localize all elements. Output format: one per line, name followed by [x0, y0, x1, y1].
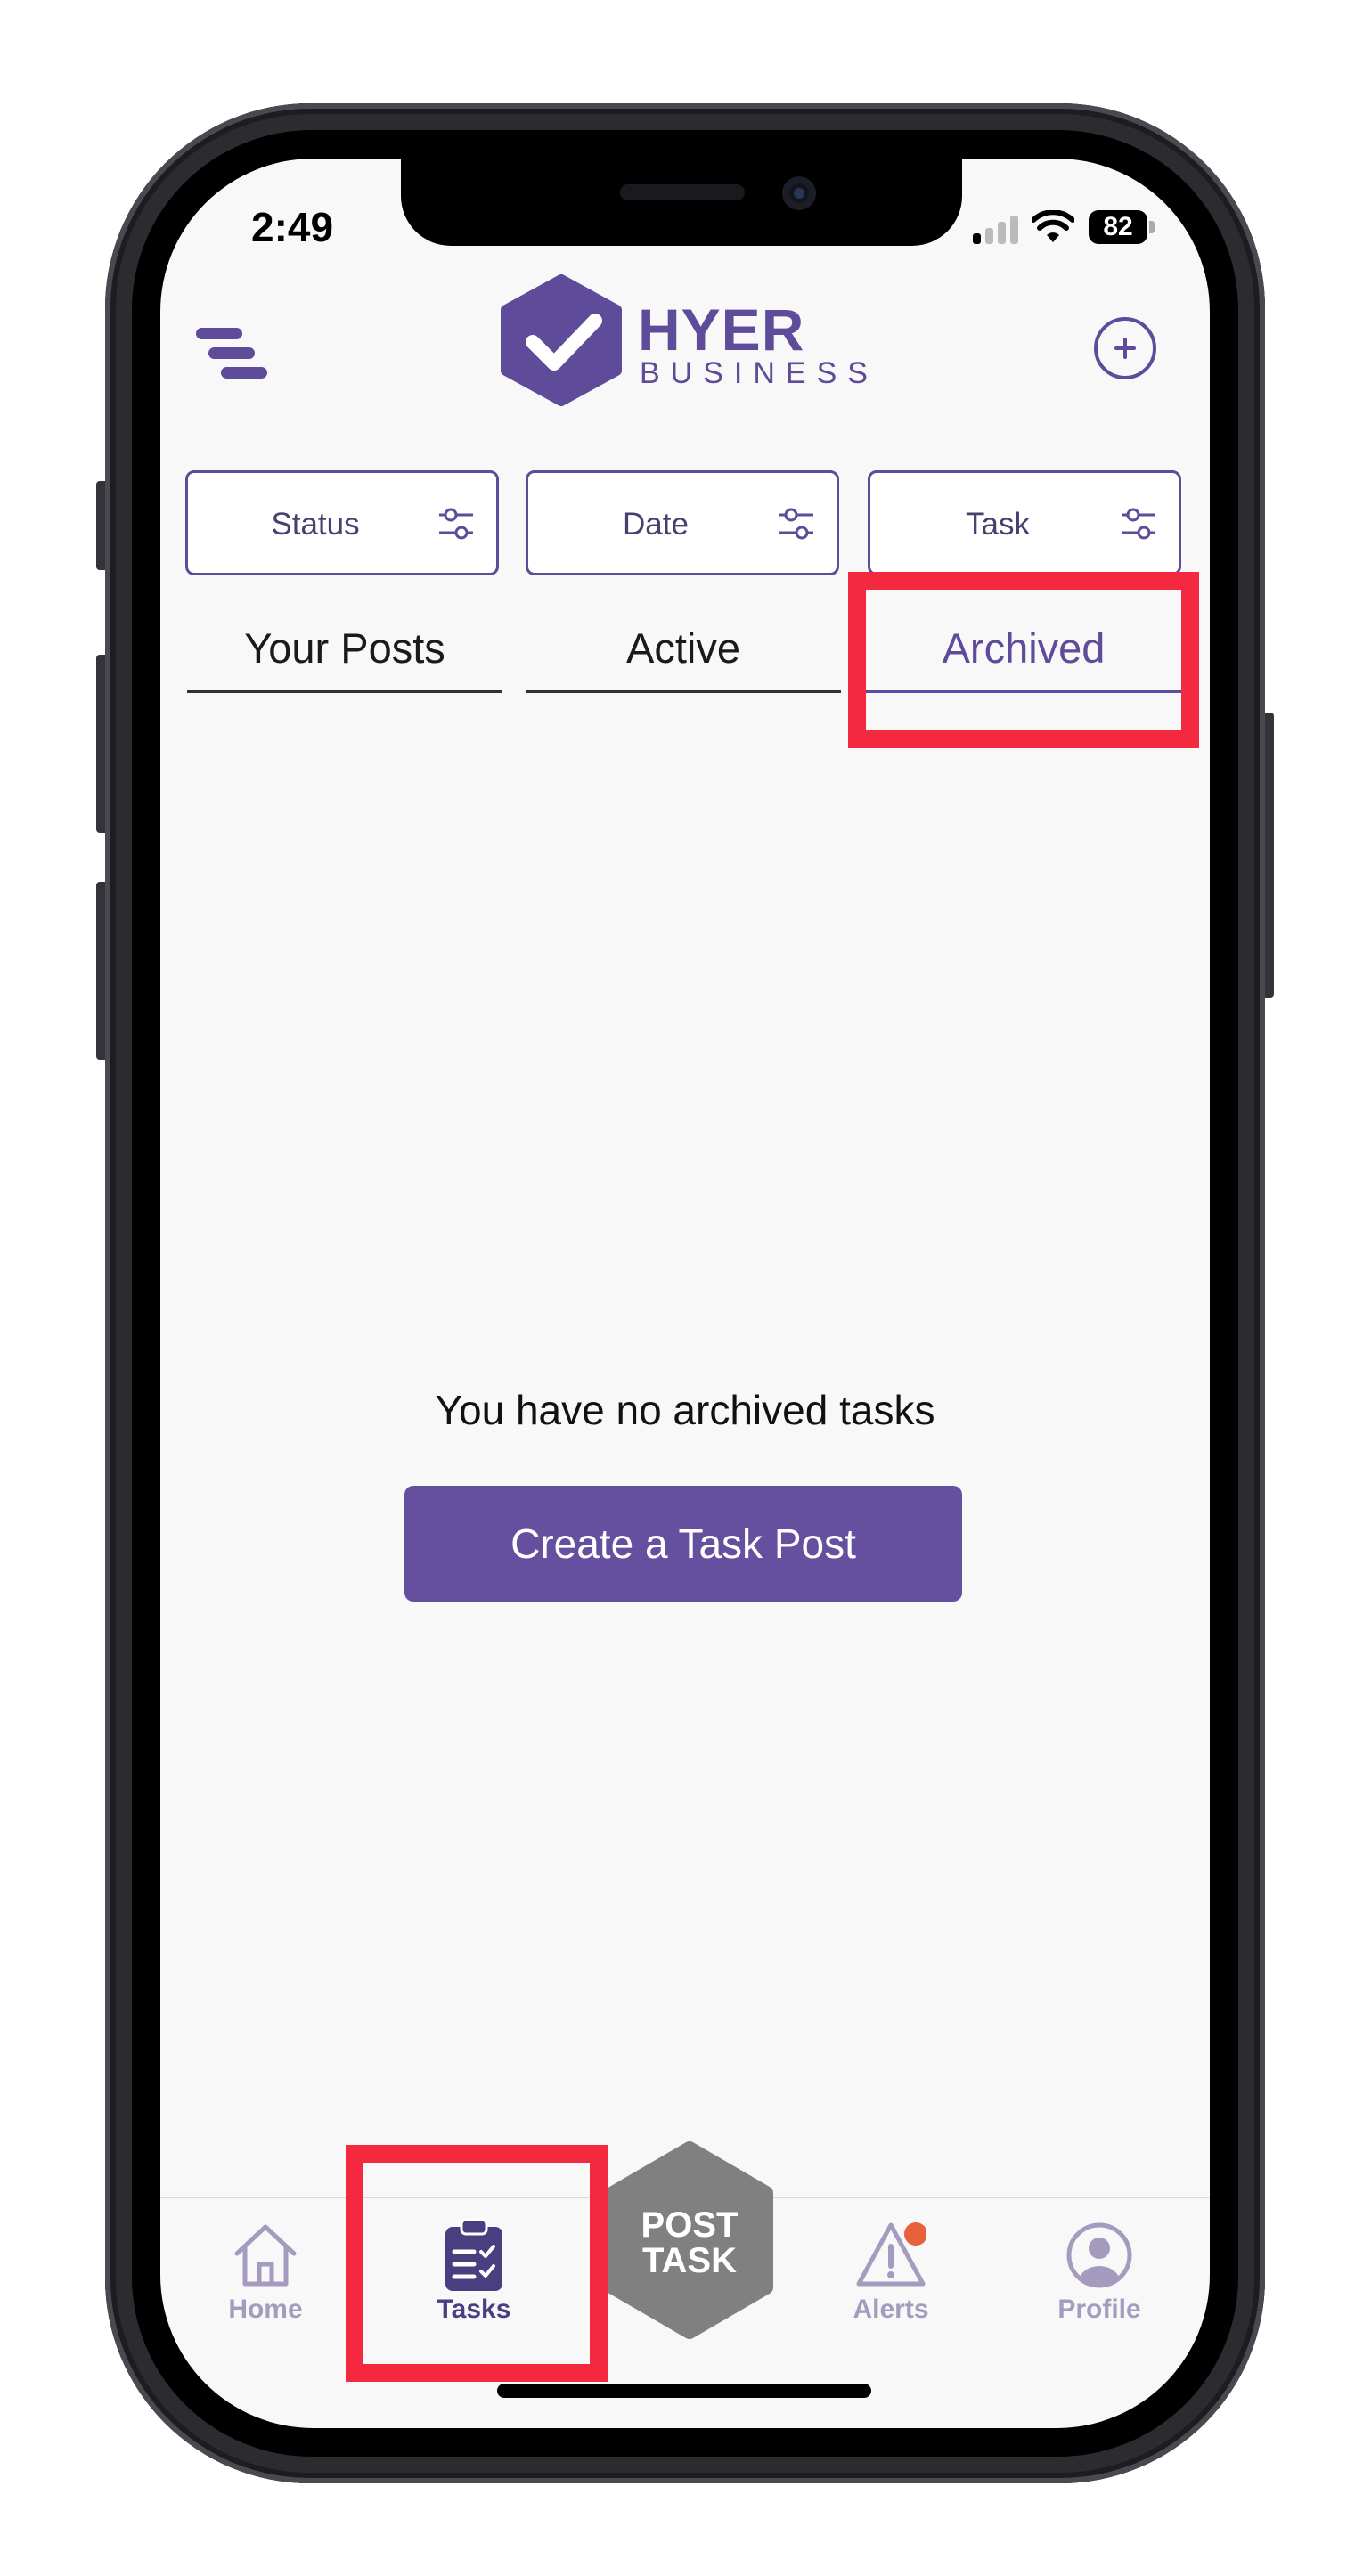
- nav-label: Alerts: [853, 2295, 929, 2324]
- logo-check-hexagon-icon: [501, 274, 622, 406]
- tab-label: Active: [626, 624, 740, 672]
- hyer-business-logo: HYER BUSINESS: [497, 274, 880, 406]
- battery-nub: [1149, 221, 1155, 233]
- battery-indicator: 82: [1089, 210, 1147, 244]
- archived-tab-highlight: [848, 572, 1199, 748]
- filter-label: Task: [966, 507, 1030, 542]
- home-indicator: [497, 2384, 871, 2398]
- logo-wordmark: HYER: [638, 297, 805, 363]
- sliders-icon: [779, 508, 813, 540]
- nav-item-profile[interactable]: Profile: [1019, 2209, 1179, 2343]
- sliders-icon: [1122, 508, 1155, 540]
- nav-label: Home: [228, 2295, 303, 2324]
- profile-icon: [1066, 2222, 1132, 2288]
- alert-icon: [856, 2222, 926, 2287]
- status-time: 2:49: [251, 204, 334, 250]
- empty-state-message: You have no archived tasks: [435, 1387, 935, 1433]
- earpiece-speaker: [620, 184, 745, 200]
- post-task-button[interactable]: POST TASK: [602, 2141, 777, 2339]
- date-filter-button[interactable]: Date: [526, 470, 839, 575]
- task-filter-button[interactable]: Task: [868, 470, 1181, 575]
- nav-item-alerts[interactable]: Alerts: [811, 2209, 971, 2343]
- home-icon: [234, 2224, 297, 2287]
- front-camera: [782, 176, 816, 210]
- menu-icon[interactable]: [194, 322, 271, 383]
- filter-label: Status: [271, 507, 360, 542]
- wifi-icon: [1032, 210, 1074, 242]
- sliders-icon: [439, 508, 473, 540]
- post-task-line-1: POST: [641, 2205, 739, 2245]
- cellular-signal-icon: [973, 214, 1021, 244]
- nav-label: Profile: [1057, 2295, 1141, 2324]
- post-task-label: POST TASK: [602, 2207, 777, 2278]
- tab-active[interactable]: Active: [526, 615, 841, 693]
- tasks-nav-highlight: [346, 2145, 608, 2382]
- status-filter-button[interactable]: Status: [185, 470, 499, 575]
- post-task-line-2: TASK: [642, 2241, 737, 2280]
- tab-label: Your Posts: [244, 624, 445, 672]
- notch: [401, 159, 962, 246]
- filter-label: Date: [623, 507, 689, 542]
- create-task-post-button[interactable]: Create a Task Post: [404, 1486, 962, 1602]
- tab-your-posts[interactable]: Your Posts: [187, 615, 502, 693]
- add-post-button[interactable]: [1094, 317, 1156, 379]
- logo-tagline: BUSINESS: [640, 356, 878, 390]
- nav-item-home[interactable]: Home: [185, 2209, 346, 2343]
